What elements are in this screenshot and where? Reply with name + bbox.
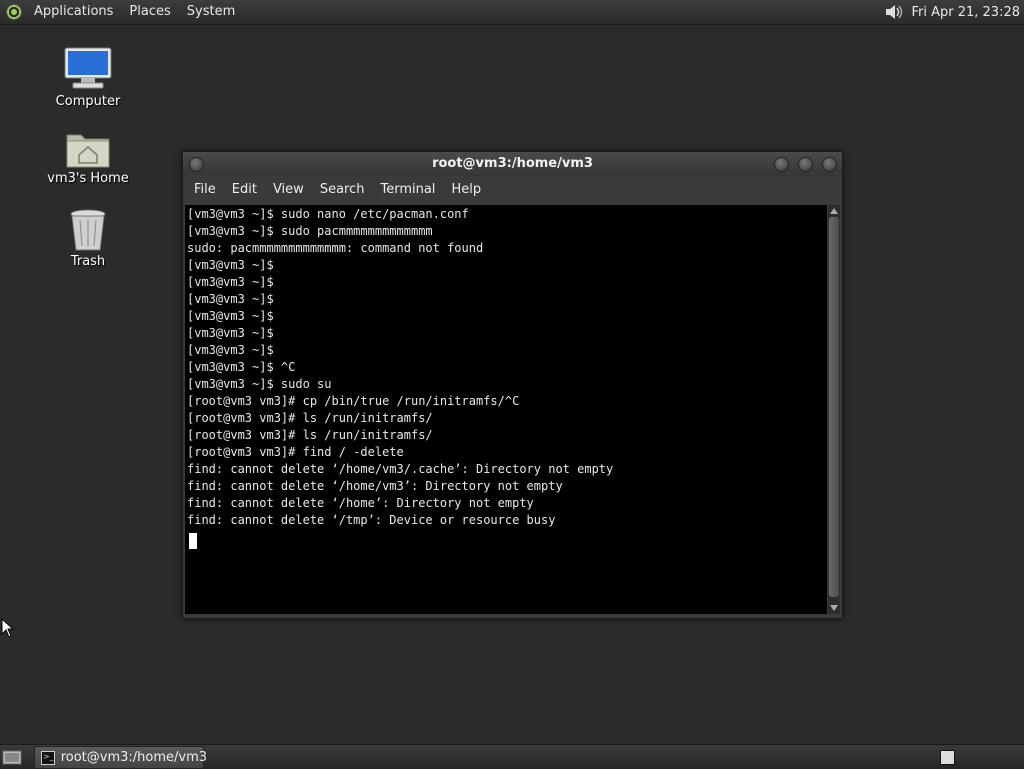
terminal-line: [vm3@vm3 ~]$ xyxy=(187,292,274,306)
terminal-line: find: cannot delete ‘/home’: Directory n… xyxy=(187,496,534,510)
menu-search[interactable]: Search xyxy=(312,176,373,204)
scrollbar-thumb[interactable] xyxy=(829,217,839,597)
terminal-menubar: File Edit View Search Terminal Help xyxy=(183,176,842,204)
terminal-icon: >_ xyxy=(41,750,55,765)
text-cursor xyxy=(189,533,197,549)
terminal-window[interactable]: root@vm3:/home/vm3 File Edit View Search… xyxy=(182,151,843,619)
terminal-line: [vm3@vm3 ~]$ xyxy=(187,275,274,289)
terminal-line: [root@vm3 vm3]# find / -delete xyxy=(187,445,404,459)
desktop-icon-trash[interactable]: Trash xyxy=(43,208,133,269)
terminal-line: [vm3@vm3 ~]$ sudo pacmmmmmmmmmmmmm xyxy=(187,224,433,238)
terminal-line: find: cannot delete ‘/home/vm3’: Directo… xyxy=(187,479,563,493)
terminal-line: [root@vm3 vm3]# cp /bin/true /run/initra… xyxy=(187,394,520,408)
menu-applications[interactable]: Applications xyxy=(26,0,121,24)
panel-tray: Fri Apr 21, 23:28 xyxy=(883,2,1024,22)
menu-terminal[interactable]: Terminal xyxy=(372,176,443,204)
terminal-line: [vm3@vm3 ~]$ xyxy=(187,343,274,357)
terminal-line: sudo: pacmmmmmmmmmmmmm: command not foun… xyxy=(187,241,484,255)
terminal-scrollbar[interactable] xyxy=(828,205,840,614)
show-desktop-icon[interactable] xyxy=(2,748,22,766)
mouse-pointer-icon xyxy=(1,618,13,638)
terminal-lines: [vm3@vm3 ~]$ sudo nano /etc/pacman.conf … xyxy=(185,205,827,549)
menu-edit[interactable]: Edit xyxy=(224,176,265,204)
menu-system[interactable]: System xyxy=(179,0,243,24)
close-icon[interactable] xyxy=(822,157,837,172)
bottom-panel: >_ root@vm3:/home/vm3 xyxy=(0,744,1024,769)
terminal-line: [vm3@vm3 ~]$ xyxy=(187,309,274,323)
taskbar-terminal-button[interactable]: >_ root@vm3:/home/vm3 xyxy=(34,746,208,769)
terminal-line: [root@vm3 vm3]# ls /run/initramfs/ xyxy=(187,411,433,425)
clock[interactable]: Fri Apr 21, 23:28 xyxy=(911,5,1024,20)
maximize-icon[interactable] xyxy=(798,157,813,172)
terminal-line: [vm3@vm3 ~]$ xyxy=(187,326,274,340)
terminal-line: find: cannot delete ‘/tmp’: Device or re… xyxy=(187,513,556,527)
terminal-line: [vm3@vm3 ~]$ sudo nano /etc/pacman.conf xyxy=(187,207,469,221)
volume-icon[interactable] xyxy=(883,2,905,22)
taskbar-button-label: root@vm3:/home/vm3 xyxy=(60,750,208,765)
terminal-line: [root@vm3 vm3]# ls /run/initramfs/ xyxy=(187,428,433,442)
terminal-output[interactable]: [vm3@vm3 ~]$ sudo nano /etc/pacman.conf … xyxy=(185,205,827,614)
home-folder-icon xyxy=(66,134,110,168)
menu-view[interactable]: View xyxy=(265,176,312,204)
desktop-icon-label: Trash xyxy=(70,254,106,269)
desktop-icon-label: Computer xyxy=(55,94,121,109)
window-titlebar[interactable]: root@vm3:/home/vm3 xyxy=(183,152,842,176)
desktop-icon-label: vm3's Home xyxy=(47,171,129,186)
workspace-switcher[interactable] xyxy=(940,750,955,765)
computer-icon xyxy=(64,47,112,89)
top-panel: Applications Places System Fri Apr 21, 2… xyxy=(0,0,1024,25)
window-title: root@vm3:/home/vm3 xyxy=(432,156,593,171)
scroll-up-icon[interactable] xyxy=(829,206,839,216)
menu-help[interactable]: Help xyxy=(443,176,489,204)
distro-logo-icon[interactable] xyxy=(6,4,22,20)
terminal-line: [vm3@vm3 ~]$ xyxy=(187,258,274,272)
desktop-icon-computer[interactable]: Computer xyxy=(43,46,133,109)
menu-places[interactable]: Places xyxy=(121,0,178,24)
terminal-line: [vm3@vm3 ~]$ sudo su xyxy=(187,377,332,391)
terminal-line: [vm3@vm3 ~]$ ^C xyxy=(187,360,296,374)
desktop-icon-home[interactable]: vm3's Home xyxy=(43,129,133,186)
minimize-icon[interactable] xyxy=(774,157,789,172)
terminal-line: find: cannot delete ‘/home/vm3/.cache’: … xyxy=(187,462,614,476)
menu-file[interactable]: File xyxy=(186,176,224,204)
scroll-down-icon[interactable] xyxy=(829,603,839,613)
trash-icon xyxy=(70,209,106,251)
